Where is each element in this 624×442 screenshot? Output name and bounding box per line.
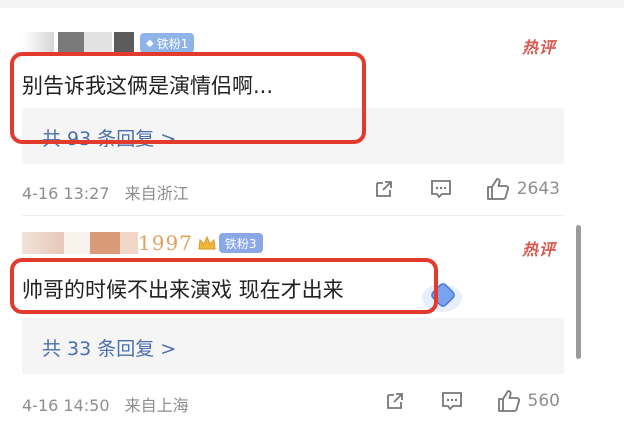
highlight-box [10, 52, 366, 144]
username-blurred [84, 32, 112, 54]
fan-badge-label: 铁粉1 [156, 36, 189, 51]
like-button[interactable]: 2643 [485, 176, 560, 202]
comment-meta: 4-16 13:27 来自浙江 [22, 180, 189, 204]
comment-button[interactable] [429, 178, 453, 200]
reply-count-link[interactable]: 共 33 条回复 > [42, 334, 176, 361]
username-blurred [64, 232, 90, 254]
fan-badge-label: 铁粉3 [224, 236, 257, 251]
hot-comment-label: 热评 [521, 240, 556, 259]
username-blurred[interactable] [58, 32, 84, 54]
like-icon [497, 390, 520, 412]
share-button[interactable] [373, 178, 395, 200]
avatar[interactable] [22, 32, 54, 54]
comment-date: 4-16 13:27 [22, 184, 110, 203]
crown-icon [198, 235, 216, 250]
user-row[interactable]: ◆ 铁粉1 [22, 32, 195, 54]
like-count: 2643 [516, 179, 560, 199]
comment-location: 来自上海 [124, 396, 189, 415]
share-icon [375, 181, 392, 197]
scrollbar-thumb[interactable] [576, 225, 581, 359]
fan-badge[interactable]: 铁粉3 [218, 233, 263, 253]
comment-item: ◆ 铁粉1 热评 别告诉我这俩是演情侣啊... 共 93 条回复 > 4-16 … [0, 8, 570, 218]
highlight-box [10, 258, 438, 314]
username-blurred [120, 232, 138, 254]
comment-location: 来自浙江 [124, 184, 189, 203]
hot-comment-label: 热评 [521, 38, 556, 57]
comment-icon [430, 180, 451, 199]
share-button[interactable] [384, 390, 406, 412]
username-blurred [114, 32, 134, 54]
divider [22, 215, 564, 216]
gem-icon: ◆ [146, 37, 154, 49]
comment-button[interactable] [440, 390, 464, 412]
like-icon [486, 178, 509, 200]
avatar[interactable] [22, 232, 64, 254]
reply-box[interactable]: 共 33 条回复 > [22, 318, 564, 374]
like-button[interactable]: 560 [496, 388, 560, 414]
action-bar: 560 [384, 388, 560, 414]
share-icon [386, 393, 403, 409]
comment-icon [441, 392, 462, 411]
username-fragment[interactable]: 1997 [138, 231, 193, 255]
like-count: 560 [527, 391, 560, 411]
comment-item: 1997 铁粉3 热评 帅哥的时候不出来演戏 现在才出来 共 33 条回复 > … [0, 218, 570, 442]
fan-badge[interactable]: ◆ 铁粉1 [140, 33, 195, 53]
comment-meta: 4-16 14:50 来自上海 [22, 392, 189, 416]
comment-date: 4-16 14:50 [22, 396, 110, 415]
user-row[interactable]: 1997 铁粉3 [22, 231, 263, 255]
username-blurred [90, 232, 120, 254]
top-divider [0, 0, 624, 8]
action-bar: 2643 [373, 176, 560, 202]
